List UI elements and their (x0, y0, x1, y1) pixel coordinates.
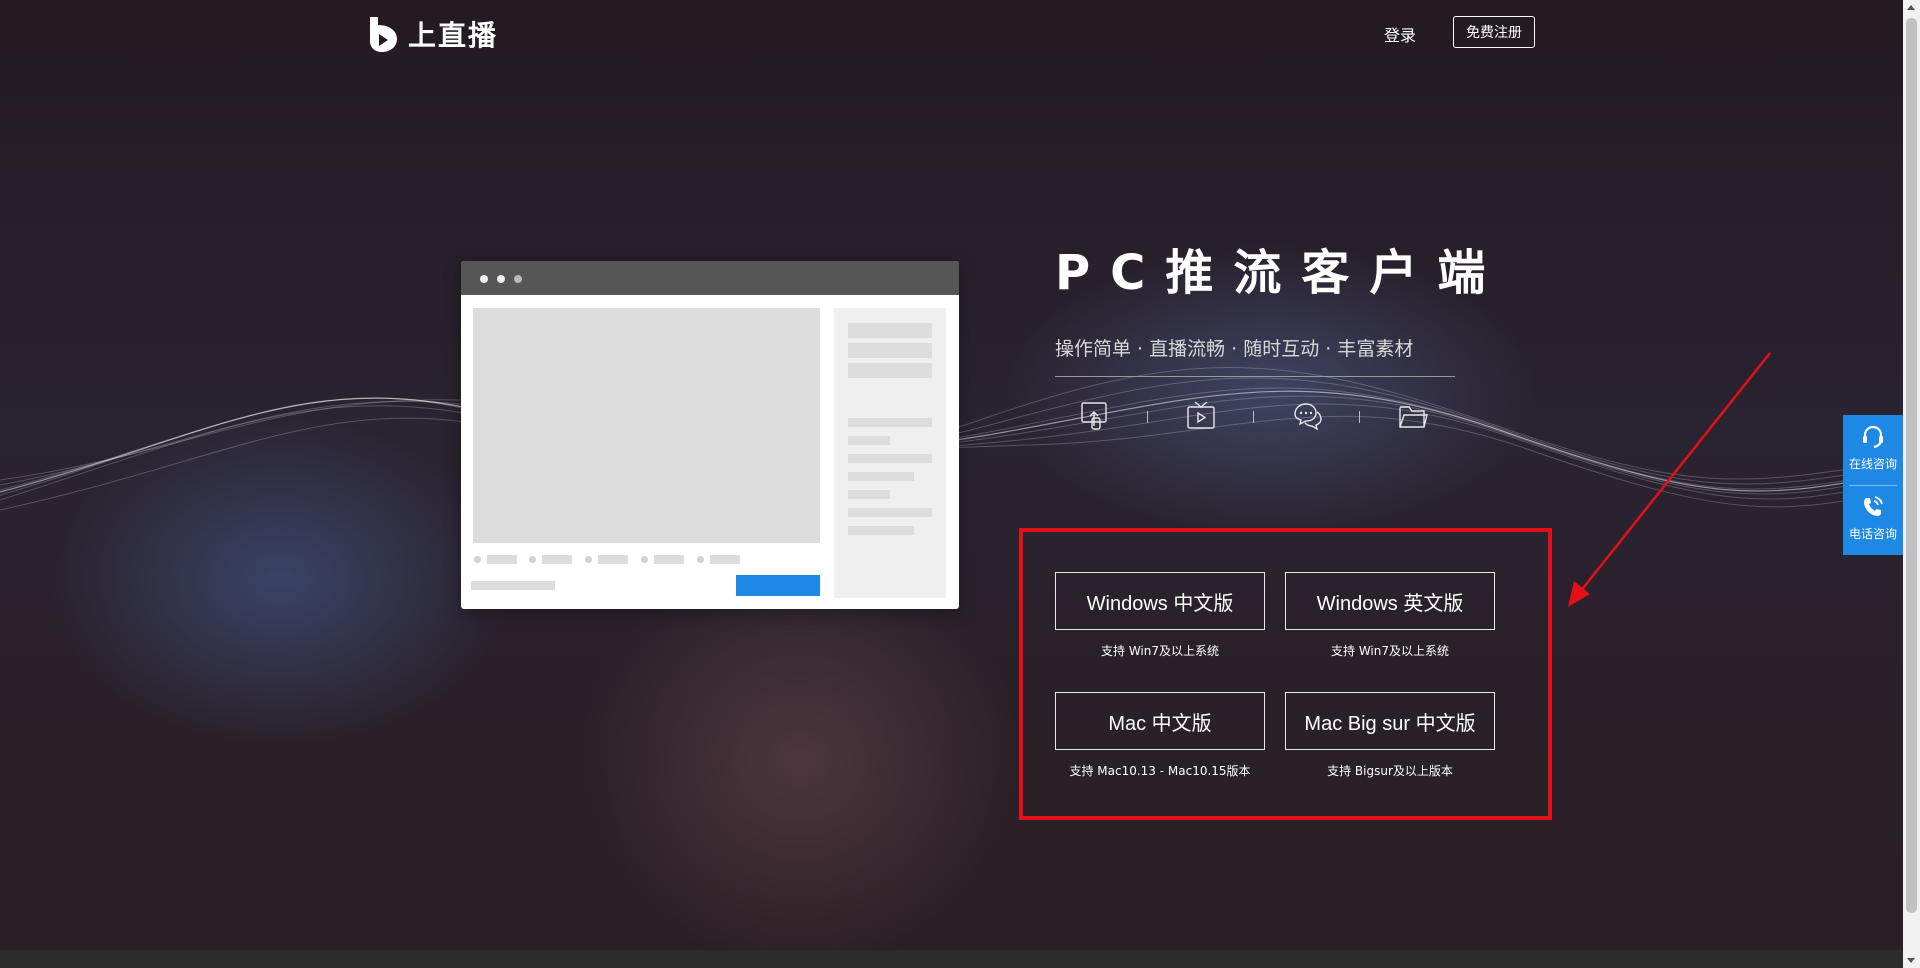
logo-text: 上直播 (408, 19, 499, 52)
control-dot (474, 556, 481, 563)
panel-divider (1849, 485, 1897, 486)
vertical-scrollbar[interactable] (1903, 0, 1920, 968)
control-bar (598, 555, 628, 564)
download-windows-cn-button[interactable]: Windows 中文版 (1055, 572, 1265, 630)
preview-sidebar (834, 308, 946, 598)
preview-video-area (473, 308, 820, 543)
download-windows-cn-note: 支持 Win7及以上系统 (1101, 644, 1219, 658)
feature-separator (1253, 411, 1254, 423)
window-dot (497, 275, 505, 283)
sidebar-placeholder (848, 418, 932, 427)
footer-placeholder (471, 581, 555, 590)
preview-blue-button (736, 575, 820, 596)
phone-icon (1864, 496, 1883, 516)
sidebar-placeholder (848, 526, 914, 535)
phone-consult-label: 电话咨询 (1848, 527, 1897, 541)
page-title: PC推流客户端 (1055, 245, 1506, 301)
logo-play-icon (370, 17, 397, 52)
download-windows-en-note: 支持 Win7及以上系统 (1331, 644, 1449, 658)
feature-separator (1359, 411, 1360, 423)
sidebar-placeholder (848, 472, 914, 481)
folder-icon (1399, 406, 1428, 428)
scrollbar-thumb[interactable] (1906, 18, 1917, 913)
feature-separator (1147, 411, 1148, 423)
sidebar-placeholder (848, 490, 890, 499)
sidebar-placeholder (848, 508, 932, 517)
online-consult-button[interactable]: 在线咨询 (1843, 423, 1903, 472)
window-titlebar (461, 261, 959, 295)
logo[interactable]: 上直播 (366, 14, 498, 54)
control-dot (697, 556, 704, 563)
control-bar (710, 555, 740, 564)
download-mac-cn-button[interactable]: Mac 中文版 (1055, 692, 1265, 750)
control-bar (487, 555, 517, 564)
customer-service-panel: 在线咨询 电话咨询 (1843, 415, 1903, 555)
phone-consult-button[interactable]: 电话咨询 (1843, 493, 1903, 542)
download-windows-en-button[interactable]: Windows 英文版 (1285, 572, 1495, 630)
control-dot (585, 556, 592, 563)
chat-bubbles-icon (1294, 403, 1322, 431)
window-dot (480, 275, 488, 283)
pc-upload-icon (1081, 402, 1107, 430)
tv-play-icon (1187, 401, 1215, 429)
download-mac-bigsur-note: 支持 Bigsur及以上版本 (1327, 764, 1453, 778)
page-subtitle: 操作简单 · 直播流畅 · 随时互动 · 丰富素材 (1055, 338, 1414, 360)
download-mac-bigsur-button[interactable]: Mac Big sur 中文版 (1285, 692, 1495, 750)
sidebar-placeholder (848, 323, 932, 338)
control-bar (654, 555, 684, 564)
sidebar-placeholder (848, 363, 932, 378)
register-button[interactable]: 免费注册 (1453, 16, 1535, 48)
client-preview-illustration (461, 261, 959, 609)
sidebar-placeholder (848, 436, 890, 445)
sidebar-placeholder (848, 454, 932, 463)
window-dot (514, 275, 522, 283)
control-dot (529, 556, 536, 563)
sidebar-placeholder (848, 343, 932, 358)
headset-icon (1863, 425, 1883, 449)
control-bar (542, 555, 572, 564)
scroll-down-icon[interactable] (1907, 958, 1915, 963)
red-arrow-annotation (1568, 352, 1771, 607)
download-mac-cn-note: 支持 Mac10.13 - Mac10.15版本 (1069, 764, 1251, 778)
online-consult-label: 在线咨询 (1848, 457, 1897, 471)
scroll-up-icon[interactable] (1907, 5, 1915, 10)
divider (1055, 376, 1455, 377)
login-link[interactable]: 登录 (1384, 22, 1416, 46)
footer-strip (0, 950, 1903, 968)
control-dot (641, 556, 648, 563)
